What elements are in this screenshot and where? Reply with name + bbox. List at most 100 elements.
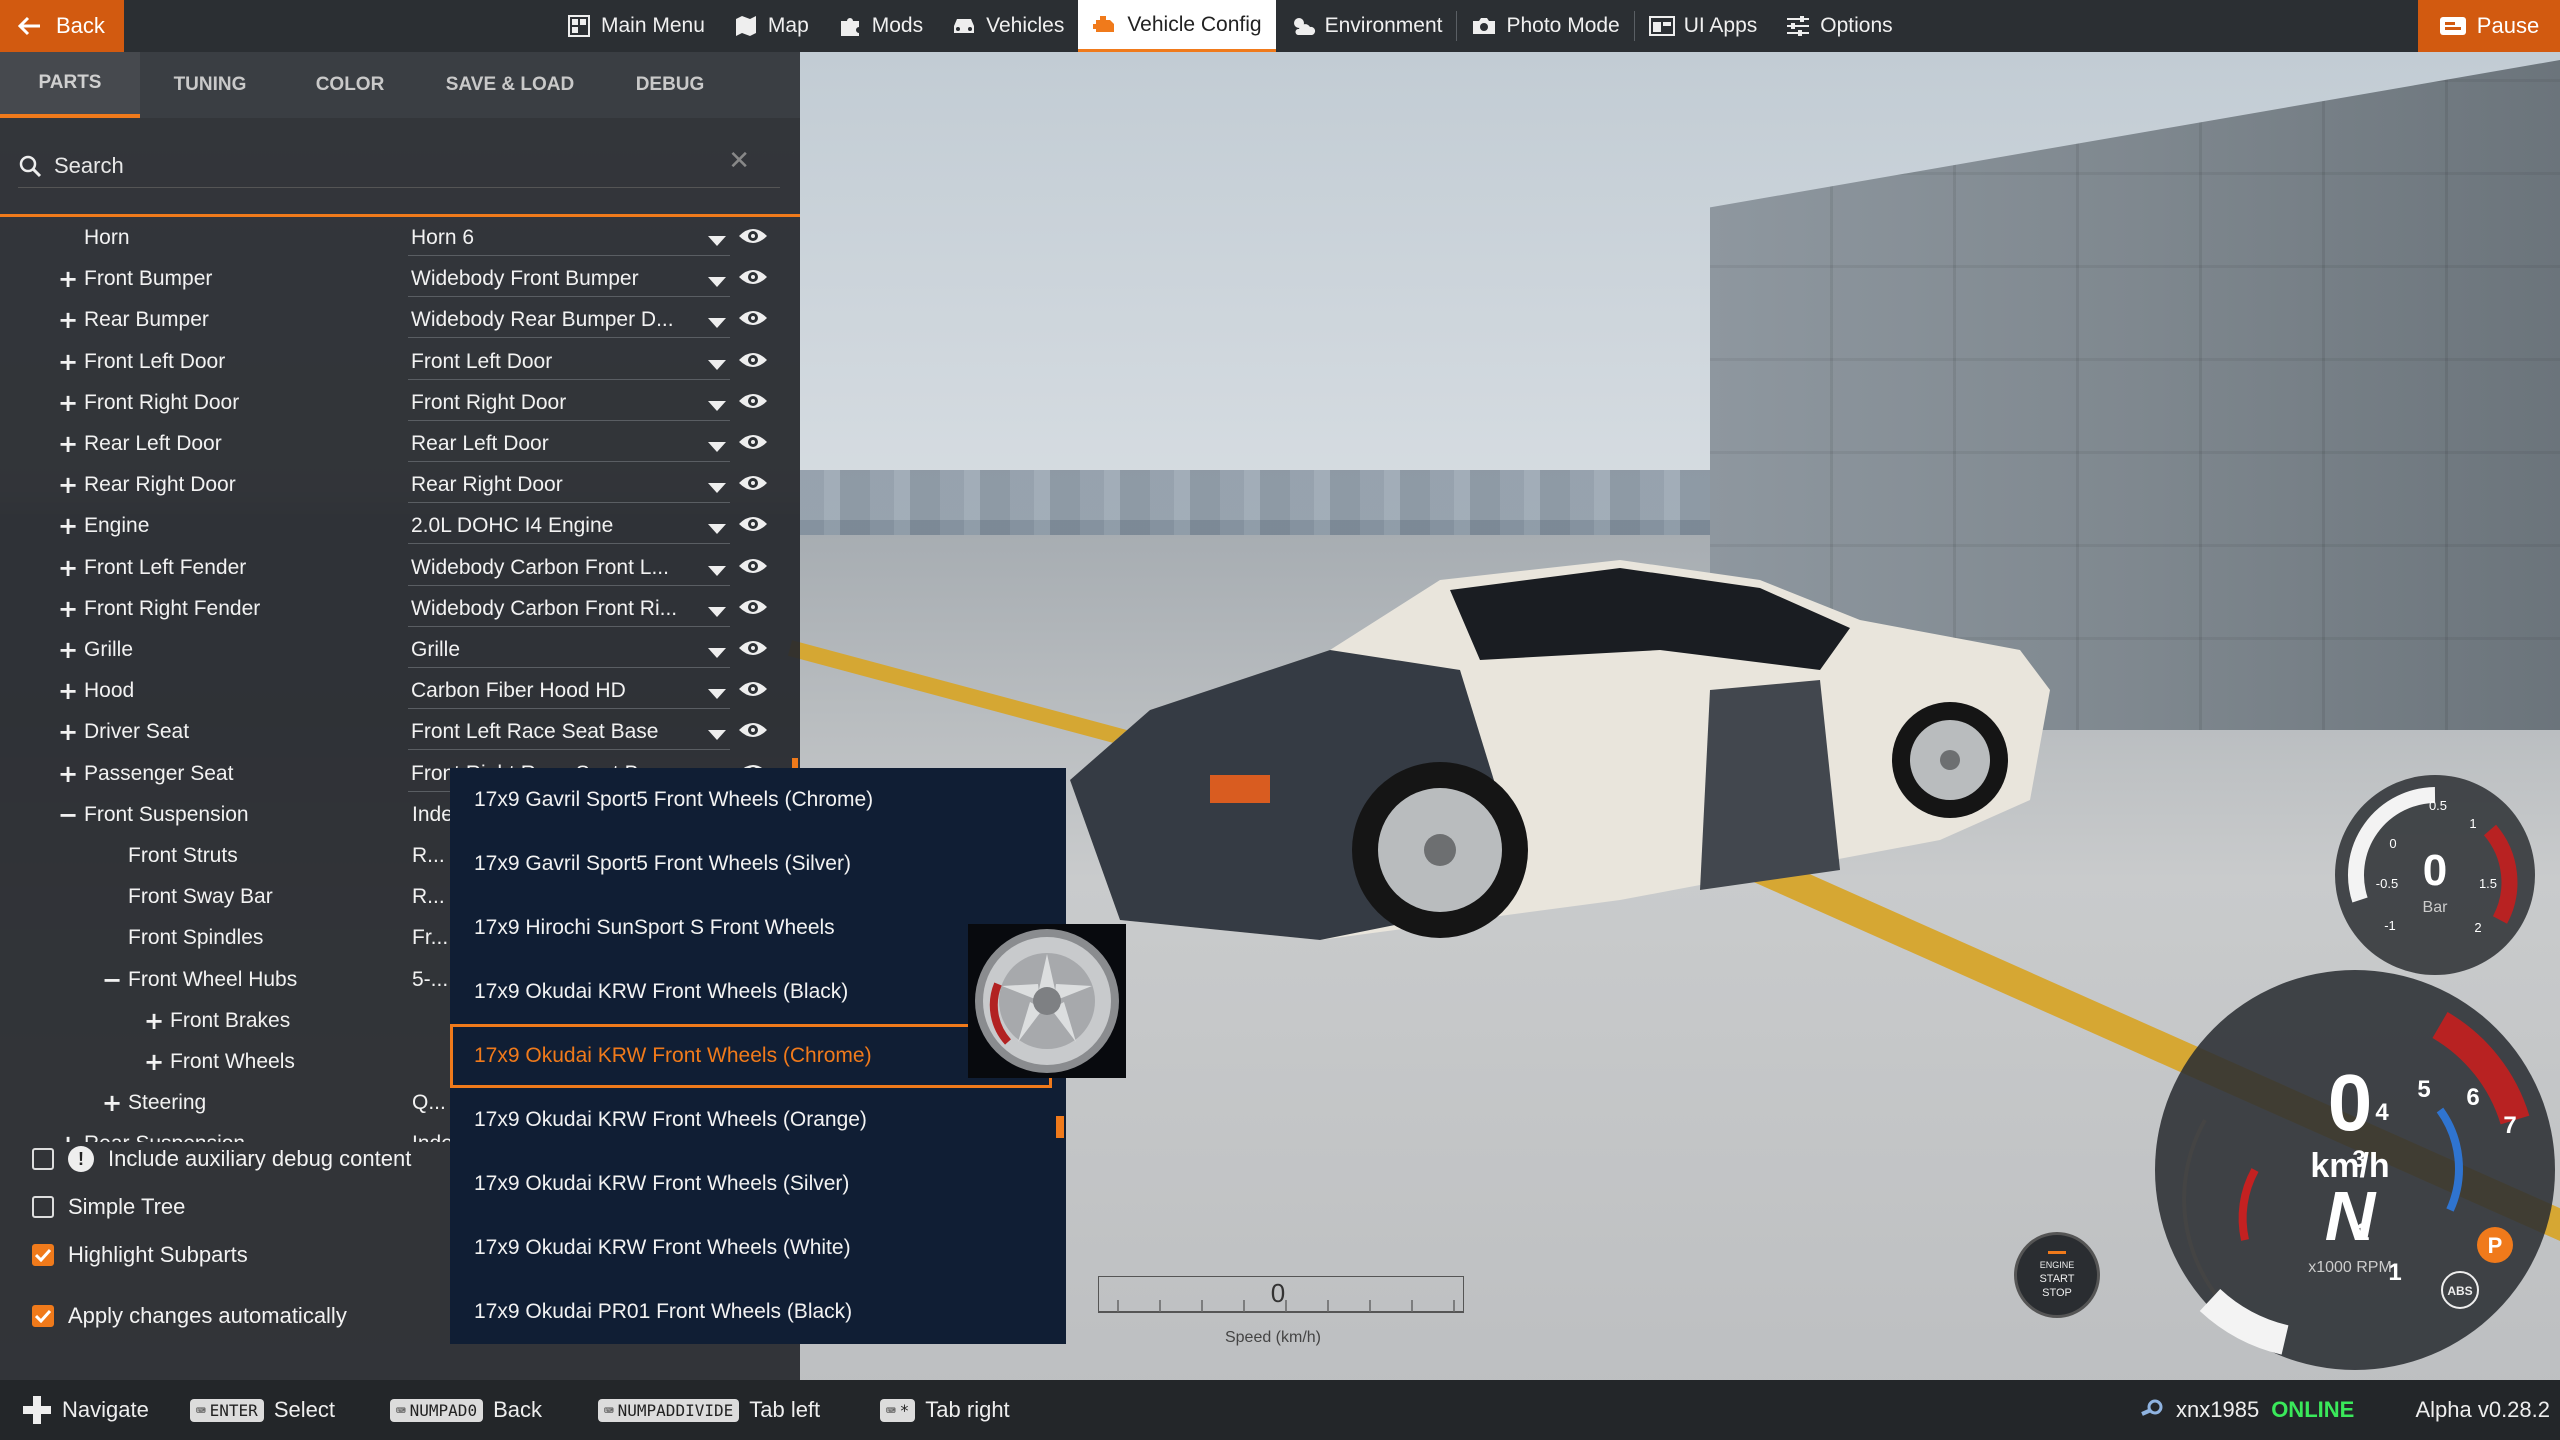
- eye-icon[interactable]: [738, 432, 768, 452]
- expand-icon[interactable]: +: [57, 430, 79, 458]
- option-checkbox-row[interactable]: ! Include auxiliary debug content: [32, 1142, 411, 1176]
- part-select[interactable]: Carbon Fiber Hood HD: [408, 675, 730, 710]
- close-icon[interactable]: ✕: [728, 146, 750, 176]
- option-checkbox-row[interactable]: Highlight Subparts: [32, 1238, 248, 1272]
- dropdown-option[interactable]: 17x9 Okudai PR01 Front Wheels (Black): [450, 1280, 1066, 1344]
- nav-map[interactable]: Map: [719, 0, 823, 52]
- eye-icon[interactable]: [738, 556, 768, 576]
- expand-icon[interactable]: +: [57, 554, 79, 582]
- option-checkbox-row[interactable]: Apply changes automatically: [32, 1299, 347, 1333]
- checkbox[interactable]: [32, 1244, 54, 1266]
- expand-icon[interactable]: +: [57, 677, 79, 705]
- eye-icon[interactable]: [738, 226, 768, 246]
- part-select[interactable]: Widebody Front Bumper: [408, 263, 730, 298]
- expand-icon[interactable]: +: [57, 265, 79, 293]
- dropdown-scrollbar[interactable]: [1056, 1116, 1064, 1138]
- nav-options[interactable]: Options: [1771, 0, 1906, 52]
- tree-row[interactable]: + Hood Carbon Fiber Hood HD: [0, 671, 790, 711]
- part-select[interactable]: Widebody Carbon Front L...: [408, 552, 730, 586]
- eye-icon[interactable]: [738, 597, 768, 617]
- nav-vehicle-config[interactable]: Vehicle Config: [1078, 0, 1276, 52]
- dropdown-option[interactable]: 17x9 Okudai KRW Front Wheels (Orange): [450, 1088, 1066, 1152]
- tab-parts[interactable]: PARTS: [0, 52, 140, 118]
- expand-icon[interactable]: +: [57, 595, 79, 623]
- tab-tuning[interactable]: TUNING: [140, 52, 280, 118]
- expand-icon[interactable]: +: [57, 512, 79, 540]
- part-select-value[interactable]: 5-...: [412, 968, 448, 992]
- eye-icon[interactable]: [738, 638, 768, 658]
- part-select[interactable]: Front Left Door: [408, 346, 730, 380]
- expand-icon[interactable]: +: [57, 1130, 79, 1142]
- dropdown-option[interactable]: 17x9 Okudai KRW Front Wheels (Chrome): [450, 1024, 1052, 1088]
- expand-icon[interactable]: +: [57, 718, 79, 746]
- nav-environment[interactable]: Environment: [1276, 0, 1457, 52]
- part-select[interactable]: 2.0L DOHC I4 Engine: [408, 510, 730, 545]
- collapse-icon[interactable]: −: [57, 801, 79, 829]
- search-field[interactable]: Search ✕: [18, 144, 780, 188]
- eye-icon[interactable]: [738, 514, 768, 534]
- tab-save-load[interactable]: SAVE & LOAD: [420, 52, 600, 118]
- expand-icon[interactable]: +: [57, 760, 79, 788]
- expand-icon[interactable]: +: [143, 1048, 165, 1076]
- eye-icon[interactable]: [738, 720, 768, 740]
- search-input[interactable]: Search: [54, 153, 124, 179]
- option-checkbox-row[interactable]: Simple Tree: [32, 1190, 185, 1224]
- eye-icon[interactable]: [738, 267, 768, 287]
- part-select-value[interactable]: Fr...: [412, 926, 448, 950]
- tree-row[interactable]: + Front Right Door Front Right Door: [0, 383, 790, 423]
- eye-icon[interactable]: [738, 350, 768, 370]
- tree-row[interactable]: + Front Left Door Front Left Door: [0, 342, 790, 382]
- eye-icon[interactable]: [738, 308, 768, 328]
- nav-label: Vehicles: [986, 14, 1065, 37]
- tree-row[interactable]: + Front Right Fender Widebody Carbon Front…: [0, 589, 790, 629]
- eye-icon[interactable]: [738, 391, 768, 411]
- expand-icon[interactable]: +: [57, 636, 79, 664]
- expand-icon[interactable]: +: [57, 348, 79, 376]
- part-select-value[interactable]: R...: [412, 844, 445, 868]
- dropdown-option[interactable]: 17x9 Gavril Sport5 Front Wheels (Silver): [450, 832, 1066, 896]
- part-select[interactable]: Front Right Door: [408, 387, 730, 421]
- dropdown-option[interactable]: 17x9 Okudai KRW Front Wheels (Silver): [450, 1152, 1066, 1216]
- tree-row[interactable]: + Driver Seat Front Left Race Seat Base: [0, 712, 790, 752]
- nav-vehicles[interactable]: Vehicles: [937, 0, 1078, 52]
- dropdown-option[interactable]: 17x9 Okudai KRW Front Wheels (White): [450, 1216, 1066, 1280]
- nav-photo-mode[interactable]: Photo Mode: [1457, 0, 1633, 52]
- tree-row[interactable]: + Grille Grille: [0, 630, 790, 670]
- dropdown-option[interactable]: 17x9 Gavril Sport5 Front Wheels (Chrome): [450, 768, 1066, 832]
- expand-icon[interactable]: +: [57, 389, 79, 417]
- tree-row[interactable]: + Rear Right Door Rear Right Door: [0, 465, 790, 505]
- expand-icon[interactable]: +: [57, 471, 79, 499]
- part-select[interactable]: Horn 6: [408, 222, 730, 256]
- part-select-value[interactable]: R...: [412, 885, 445, 909]
- nav-ui-apps[interactable]: UI Apps: [1635, 0, 1772, 52]
- part-select[interactable]: Front Left Race Seat Base: [408, 716, 730, 751]
- checkbox[interactable]: [32, 1305, 54, 1327]
- part-select[interactable]: Rear Left Door: [408, 428, 730, 462]
- collapse-icon[interactable]: −: [101, 966, 123, 994]
- nav-mods[interactable]: Mods: [823, 0, 937, 52]
- tree-row[interactable]: Horn Horn 6: [0, 222, 790, 258]
- tab-color[interactable]: COLOR: [280, 52, 420, 118]
- expand-icon[interactable]: +: [143, 1007, 165, 1035]
- part-select[interactable]: Widebody Carbon Front Ri...: [408, 593, 730, 627]
- eye-icon[interactable]: [738, 473, 768, 493]
- back-button[interactable]: Back: [0, 0, 124, 52]
- pause-button[interactable]: Pause: [2418, 0, 2560, 52]
- expand-icon[interactable]: +: [57, 306, 79, 334]
- part-select-value[interactable]: Q...: [412, 1091, 446, 1115]
- engine-start-stop-button[interactable]: ENGINE START STOP: [2014, 1232, 2100, 1318]
- part-select[interactable]: Rear Right Door: [408, 469, 730, 504]
- tree-row[interactable]: + Rear Bumper Widebody Rear Bumper D...: [0, 300, 790, 340]
- checkbox[interactable]: [32, 1196, 54, 1218]
- tab-debug[interactable]: DEBUG: [600, 52, 740, 118]
- nav-main-menu[interactable]: Main Menu: [552, 0, 719, 52]
- tree-row[interactable]: + Engine 2.0L DOHC I4 Engine: [0, 506, 790, 546]
- tree-row[interactable]: + Rear Left Door Rear Left Door: [0, 424, 790, 464]
- tree-row[interactable]: + Front Left Fender Widebody Carbon Front …: [0, 548, 790, 588]
- eye-icon[interactable]: [738, 679, 768, 699]
- tree-row[interactable]: + Front Bumper Widebody Front Bumper: [0, 259, 790, 299]
- part-select[interactable]: Widebody Rear Bumper D...: [408, 304, 730, 339]
- part-select[interactable]: Grille: [408, 634, 730, 668]
- checkbox[interactable]: [32, 1148, 54, 1170]
- expand-icon[interactable]: +: [101, 1089, 123, 1117]
